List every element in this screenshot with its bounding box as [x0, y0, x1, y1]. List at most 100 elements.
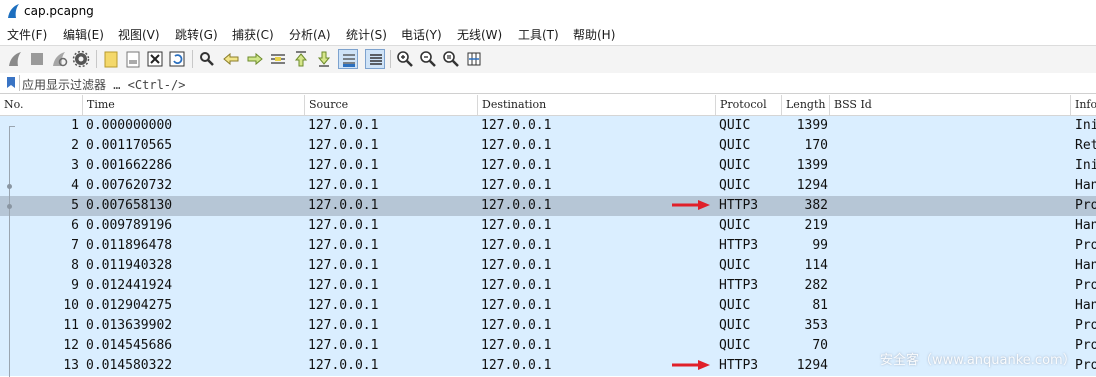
packet-cell-protocol: QUIC [719, 178, 751, 193]
packet-cell-bssid [834, 216, 1068, 236]
packet-cell-protocol: QUIC [719, 158, 751, 173]
packet-cell-time: 0.013639902 [86, 318, 173, 333]
packet-cell-no: 12 [63, 338, 79, 353]
zoom-in-icon[interactable] [395, 49, 415, 69]
packet-cell-destination: 127.0.0.1 [481, 158, 552, 173]
zoom-out-icon[interactable] [418, 49, 438, 69]
column-header-bss-id[interactable]: BSS Id [830, 95, 1071, 115]
options-gear-icon[interactable] [71, 49, 91, 69]
window-title: cap.pcapng [24, 4, 94, 18]
packet-cell-source: 127.0.0.1 [308, 218, 379, 233]
packet-row[interactable]: 9 0.012441924 127.0.0.1 127.0.0.1 HTTP3 282 Pr… [0, 276, 1096, 296]
first-packet-icon[interactable] [291, 49, 311, 69]
go-forward-icon[interactable] [245, 49, 265, 69]
bookmark-icon[interactable] [6, 76, 16, 89]
menu-edit[interactable]: 编辑(E) [63, 26, 104, 43]
packet-cell-info: Pro [1075, 278, 1096, 293]
packet-row[interactable]: 10 0.012904275 127.0.0.1 127.0.0.1 QUIC 81 Han [0, 296, 1096, 316]
colorize-icon[interactable] [365, 49, 385, 69]
packet-cell-length: 1399 [796, 118, 828, 133]
packet-cell-protocol: HTTP3 [719, 358, 759, 373]
packet-cell-length: 114 [804, 258, 828, 273]
packet-cell-time: 0.012904275 [86, 298, 173, 313]
packet-row[interactable]: 6 0.009789196 127.0.0.1 127.0.0.1 QUIC 219 Han [0, 216, 1096, 236]
packet-cell-length: 353 [804, 318, 828, 333]
autoscroll-icon[interactable] [338, 49, 358, 69]
packet-row[interactable]: 1 0.000000000 127.0.0.1 127.0.0.1 QUIC 1399 In… [0, 116, 1096, 136]
packet-cell-info: Pro [1075, 238, 1096, 253]
menu-telephony[interactable]: 电话(Y) [401, 26, 442, 43]
column-header-time[interactable]: Time [83, 95, 305, 115]
packet-cell-time: 0.014580322 [86, 358, 173, 373]
column-header-protocol[interactable]: Protocol [716, 95, 782, 115]
restart-icon[interactable] [49, 49, 69, 69]
resize-columns-icon[interactable] [464, 49, 484, 69]
packet-cell-destination: 127.0.0.1 [481, 238, 552, 253]
packet-cell-info: Pro [1075, 318, 1096, 333]
close-file-icon[interactable] [145, 49, 165, 69]
packet-cell-destination: 127.0.0.1 [481, 138, 552, 153]
watermark: 安全客（www.anquanke.com） [880, 353, 1076, 368]
reload-icon[interactable] [167, 49, 187, 69]
packet-cell-time: 0.009789196 [86, 218, 173, 233]
menu-go[interactable]: 跳转(G) [175, 26, 218, 43]
packet-cell-time: 0.012441924 [86, 278, 173, 293]
packet-cell-info: Han [1075, 258, 1096, 273]
column-header-info[interactable]: Info [1071, 95, 1096, 115]
conversation-guide-start [9, 126, 15, 127]
menu-capture[interactable]: 捕获(C) [232, 26, 274, 43]
save-file-icon[interactable] [123, 49, 143, 69]
packet-row[interactable]: 8 0.011940328 127.0.0.1 127.0.0.1 QUIC 114 Han [0, 256, 1096, 276]
packet-cell-destination: 127.0.0.1 [481, 338, 552, 353]
menu-analyze[interactable]: 分析(A) [289, 26, 331, 43]
packet-row[interactable]: 5 0.007658130 127.0.0.1 127.0.0.1 HTTP3 382 Pr… [0, 196, 1096, 216]
wireshark-logo-icon [8, 4, 19, 18]
main-toolbar [0, 45, 1096, 74]
menu-help[interactable]: 帮助(H) [573, 26, 615, 43]
packet-cell-bssid [834, 256, 1068, 276]
column-header-no[interactable]: No. [0, 95, 83, 115]
go-back-icon[interactable] [221, 49, 241, 69]
packet-cell-destination: 127.0.0.1 [481, 118, 552, 133]
shark-start-icon[interactable] [5, 49, 25, 69]
packet-cell-no: 10 [63, 298, 79, 313]
packet-cell-protocol: QUIC [719, 118, 751, 133]
packet-cell-time: 0.001662286 [86, 158, 173, 173]
column-header-source[interactable]: Source [305, 95, 478, 115]
packet-cell-protocol: HTTP3 [719, 198, 759, 213]
packet-cell-destination: 127.0.0.1 [481, 278, 552, 293]
open-file-icon[interactable] [101, 49, 121, 69]
packet-row[interactable]: 2 0.001170565 127.0.0.1 127.0.0.1 QUIC 170 Ret [0, 136, 1096, 156]
menu-tools[interactable]: 工具(T) [518, 26, 559, 43]
menu-view[interactable]: 视图(V) [118, 26, 160, 43]
menu-statistics[interactable]: 统计(S) [346, 26, 387, 43]
packet-row[interactable]: 3 0.001662286 127.0.0.1 127.0.0.1 QUIC 1399 In… [0, 156, 1096, 176]
menu-file[interactable]: 文件(F) [7, 26, 47, 43]
display-filter-input[interactable]: 应用显示过滤器 … <Ctrl-/> [22, 76, 185, 93]
packet-cell-length: 70 [812, 338, 828, 353]
go-to-packet-icon[interactable] [268, 49, 288, 69]
find-icon[interactable] [197, 49, 217, 69]
column-header-destination[interactable]: Destination [478, 95, 716, 115]
packet-cell-info: Han [1075, 178, 1096, 193]
display-filter-bar: 应用显示过滤器 … <Ctrl-/> [0, 73, 1096, 94]
menu-wireless[interactable]: 无线(W) [457, 26, 502, 43]
packet-row[interactable]: 4 0.007620732 127.0.0.1 127.0.0.1 QUIC 1294 Ha… [0, 176, 1096, 196]
zoom-normal-icon[interactable] [441, 49, 461, 69]
stop-icon[interactable] [27, 49, 47, 69]
packet-cell-bssid [834, 296, 1068, 316]
packet-row[interactable]: 7 0.011896478 127.0.0.1 127.0.0.1 HTTP3 99 Pro [0, 236, 1096, 256]
packet-cell-bssid [834, 196, 1068, 216]
packet-cell-length: 1399 [796, 158, 828, 173]
title-bar: cap.pcapng [0, 0, 1096, 22]
packet-cell-length: 81 [812, 298, 828, 313]
packet-cell-info: Pro [1075, 338, 1096, 353]
column-header-length[interactable]: Length [782, 95, 830, 115]
packet-cell-destination: 127.0.0.1 [481, 218, 552, 233]
related-packet-dot [7, 204, 12, 209]
last-packet-icon[interactable] [314, 49, 334, 69]
packet-cell-protocol: QUIC [719, 338, 751, 353]
packet-cell-time: 0.014545686 [86, 338, 173, 353]
packet-cell-bssid [834, 116, 1068, 136]
packet-row[interactable]: 11 0.013639902 127.0.0.1 127.0.0.1 QUIC 353 Pr… [0, 316, 1096, 336]
